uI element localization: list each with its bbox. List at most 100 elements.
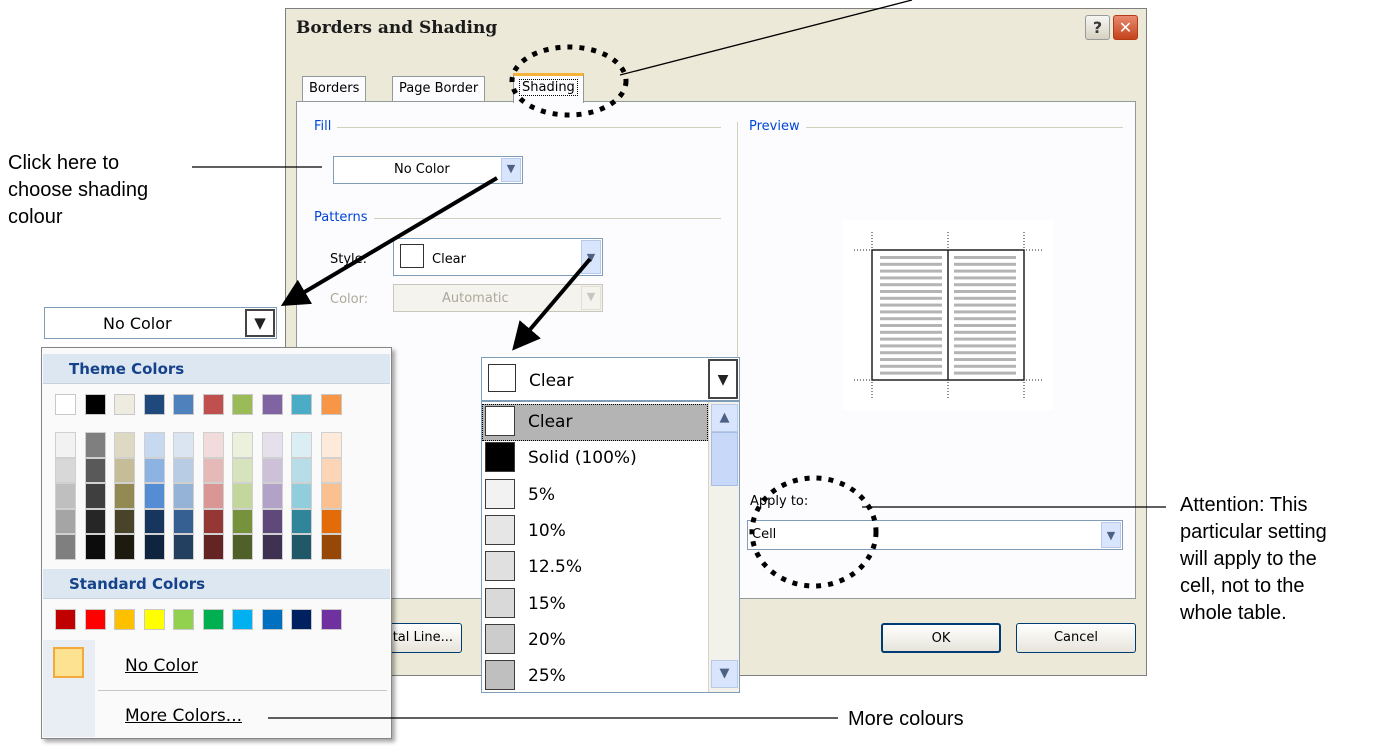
- color-swatch[interactable]: [55, 432, 76, 458]
- color-swatch[interactable]: [55, 508, 76, 535]
- color-swatch[interactable]: [291, 457, 312, 484]
- color-swatch[interactable]: [173, 457, 194, 484]
- color-swatch[interactable]: [261, 534, 283, 560]
- tab-shading[interactable]: Shading: [513, 73, 584, 103]
- color-swatch[interactable]: [320, 457, 342, 484]
- color-swatch[interactable]: [173, 394, 194, 415]
- color-swatch[interactable]: [320, 432, 342, 458]
- color-swatch[interactable]: [173, 432, 194, 458]
- color-swatch[interactable]: [114, 508, 135, 535]
- color-swatch[interactable]: [84, 457, 106, 484]
- chevron-down-icon[interactable]: ▼: [245, 309, 275, 337]
- color-swatch[interactable]: [232, 609, 253, 630]
- color-swatch[interactable]: [173, 609, 194, 630]
- pattern-option[interactable]: 15%: [482, 586, 708, 623]
- color-swatch[interactable]: [202, 394, 224, 415]
- color-swatch[interactable]: [232, 394, 253, 415]
- color-swatch[interactable]: [114, 457, 135, 484]
- color-swatch[interactable]: [55, 534, 76, 560]
- color-swatch[interactable]: [202, 432, 224, 458]
- color-swatch[interactable]: [143, 609, 165, 630]
- color-swatch[interactable]: [114, 432, 135, 458]
- color-swatch[interactable]: [55, 483, 76, 509]
- color-swatch[interactable]: [143, 483, 165, 509]
- color-swatch[interactable]: [114, 609, 135, 630]
- shading-color-dropdown[interactable]: No Color ▼: [44, 307, 277, 339]
- color-swatch[interactable]: [55, 457, 76, 484]
- color-swatch[interactable]: [143, 534, 165, 560]
- cancel-button[interactable]: Cancel: [1016, 623, 1136, 653]
- apply-to-dropdown[interactable]: Cell ▼: [747, 520, 1123, 550]
- color-swatch[interactable]: [143, 394, 165, 415]
- color-swatch[interactable]: [143, 457, 165, 484]
- pattern-style-dropdown[interactable]: Clear ▼: [393, 238, 603, 276]
- color-swatch[interactable]: [261, 609, 283, 630]
- color-swatch[interactable]: [114, 483, 135, 509]
- color-swatch[interactable]: [232, 483, 253, 509]
- color-swatch[interactable]: [173, 534, 194, 560]
- color-swatch[interactable]: [202, 457, 224, 484]
- color-swatch[interactable]: [261, 432, 283, 458]
- vertical-scrollbar[interactable]: ▲ ▼: [708, 402, 739, 692]
- color-swatch[interactable]: [320, 534, 342, 560]
- scroll-up-button[interactable]: ▲: [711, 404, 738, 432]
- close-button[interactable]: ✕: [1113, 15, 1138, 40]
- color-swatch[interactable]: [84, 483, 106, 509]
- color-swatch[interactable]: [202, 609, 224, 630]
- color-swatch[interactable]: [261, 394, 283, 415]
- color-swatch[interactable]: [55, 609, 76, 630]
- tab-page-border[interactable]: Page Border: [392, 76, 486, 102]
- fill-color-dropdown[interactable]: No Color ▼: [333, 156, 523, 184]
- chevron-down-icon[interactable]: ▼: [581, 240, 601, 274]
- color-swatch[interactable]: [84, 609, 106, 630]
- color-swatch[interactable]: [261, 508, 283, 535]
- color-swatch[interactable]: [202, 483, 224, 509]
- color-swatch[interactable]: [232, 508, 253, 535]
- more-colors-option[interactable]: More Colors...: [43, 693, 390, 739]
- pattern-style-dropdown-expanded[interactable]: Clear ▼: [481, 357, 740, 401]
- chevron-down-icon[interactable]: ▼: [501, 158, 521, 182]
- scroll-down-button[interactable]: ▼: [711, 660, 738, 688]
- pattern-option[interactable]: 10%: [482, 513, 708, 550]
- color-swatch[interactable]: [202, 534, 224, 560]
- chevron-down-icon[interactable]: ▼: [1101, 522, 1121, 548]
- color-swatch[interactable]: [320, 483, 342, 509]
- color-swatch[interactable]: [232, 457, 253, 484]
- pattern-option[interactable]: 5%: [482, 477, 708, 514]
- color-swatch[interactable]: [291, 432, 312, 458]
- color-swatch[interactable]: [143, 432, 165, 458]
- color-swatch[interactable]: [114, 394, 135, 415]
- color-swatch[interactable]: [84, 394, 106, 415]
- color-swatch[interactable]: [84, 534, 106, 560]
- color-swatch[interactable]: [84, 432, 106, 458]
- scroll-thumb[interactable]: [711, 432, 738, 486]
- pattern-option[interactable]: Clear: [482, 404, 708, 441]
- tab-borders[interactable]: Borders: [302, 76, 367, 102]
- color-swatch[interactable]: [173, 508, 194, 535]
- color-swatch[interactable]: [114, 534, 135, 560]
- color-swatch[interactable]: [143, 508, 165, 535]
- title-bar[interactable]: Borders and Shading ? ✕: [286, 9, 1146, 47]
- color-swatch[interactable]: [261, 457, 283, 484]
- color-swatch[interactable]: [291, 394, 312, 415]
- pattern-option[interactable]: 12.5%: [482, 549, 708, 586]
- pattern-option[interactable]: 20%: [482, 622, 708, 659]
- no-color-option[interactable]: No Color: [43, 643, 390, 689]
- help-button[interactable]: ?: [1085, 15, 1110, 40]
- color-swatch[interactable]: [202, 508, 224, 535]
- color-swatch[interactable]: [291, 534, 312, 560]
- color-swatch[interactable]: [291, 609, 312, 630]
- ok-button[interactable]: OK: [881, 623, 1001, 653]
- color-swatch[interactable]: [232, 534, 253, 560]
- color-swatch[interactable]: [291, 508, 312, 535]
- color-swatch[interactable]: [291, 483, 312, 509]
- pattern-option[interactable]: Solid (100%): [482, 440, 708, 477]
- color-swatch[interactable]: [320, 609, 342, 630]
- color-swatch[interactable]: [261, 483, 283, 509]
- color-swatch[interactable]: [84, 508, 106, 535]
- color-swatch[interactable]: [232, 432, 253, 458]
- color-swatch[interactable]: [55, 394, 76, 415]
- color-swatch[interactable]: [320, 508, 342, 535]
- color-swatch[interactable]: [173, 483, 194, 509]
- pattern-option[interactable]: 25%: [482, 658, 708, 692]
